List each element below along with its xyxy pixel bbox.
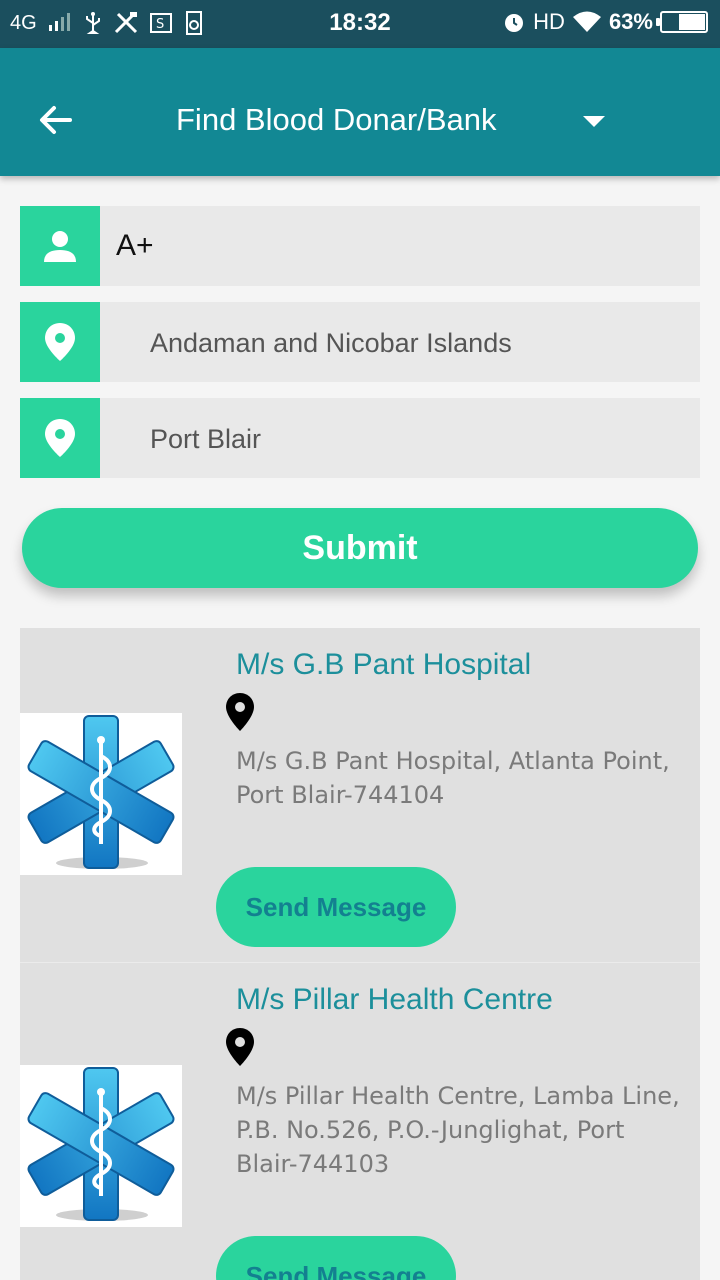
battery-percent: 63% (608, 9, 653, 34)
status-right-icons: HD 63% (502, 9, 708, 35)
submit-button[interactable]: Submit (22, 508, 698, 588)
location-pin-icon (224, 1027, 256, 1067)
results-list: M/s G.B Pant Hospital M/s G.B Pant Hospi… (20, 628, 700, 1280)
hd-label: HD (533, 9, 565, 34)
alarm-icon (505, 14, 524, 32)
status-bar: 4G S 18:32 HD 63% (0, 0, 720, 48)
hospital-name[interactable]: M/s G.B Pant Hospital (236, 648, 531, 682)
star-of-life-icon (27, 715, 175, 869)
map-pin-icon (45, 323, 75, 361)
map-pin-icon (45, 419, 75, 457)
blood-group-value: A+ (116, 229, 154, 262)
hospital-address: M/s Pillar Health Centre, Lamba Line, P.… (236, 1082, 680, 1178)
wifi-icon (572, 11, 601, 32)
city-icon-box (20, 398, 100, 478)
hospital-address: M/s G.B Pant Hospital, Atlanta Point, Po… (236, 747, 670, 809)
title-dropdown-button[interactable] (572, 104, 616, 140)
list-item: M/s Pillar Health Centre M/s Pillar Heal… (20, 963, 700, 1280)
blood-group-icon-box (20, 206, 100, 286)
hospital-name[interactable]: M/s Pillar Health Centre (236, 983, 553, 1017)
back-button[interactable] (36, 100, 76, 140)
blood-group-field[interactable]: A+ (20, 206, 700, 286)
app-bar: Find Blood Donar/Bank (0, 48, 720, 176)
list-item: M/s G.B Pant Hospital M/s G.B Pant Hospi… (20, 628, 700, 962)
battery-fill (678, 14, 705, 30)
send-message-button[interactable]: Send Message (216, 1236, 456, 1280)
hospital-logo (20, 1065, 182, 1227)
send-message-button[interactable]: Send Message (216, 867, 456, 947)
person-icon (44, 231, 76, 262)
page-title: Find Blood Donar/Bank (176, 102, 497, 137)
caret-down-icon (583, 116, 605, 127)
location-pin-icon (224, 692, 256, 732)
hospital-logo (20, 713, 182, 875)
state-value: Andaman and Nicobar Islands (150, 328, 512, 358)
city-field[interactable]: Port Blair (20, 398, 700, 478)
state-field[interactable]: Andaman and Nicobar Islands (20, 302, 700, 382)
arrow-left-icon (40, 106, 72, 134)
battery-icon (656, 11, 708, 33)
star-of-life-icon (27, 1067, 175, 1221)
state-icon-box (20, 302, 100, 382)
city-value: Port Blair (150, 424, 262, 454)
